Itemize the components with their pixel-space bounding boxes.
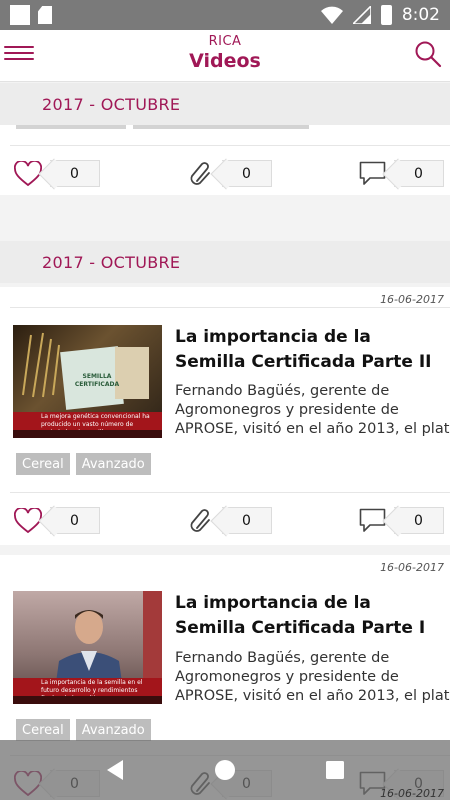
app-name: RICA	[208, 34, 242, 49]
battery-icon	[380, 5, 392, 25]
video-description: Fernando Bagüés, gerente de Agromonegros…	[175, 383, 450, 437]
tag-avanzado[interactable]: Avanzado	[75, 719, 151, 741]
home-button[interactable]	[205, 750, 245, 790]
thumb-caption: La importancia de la semilla en el futur…	[13, 678, 162, 702]
video-thumbnail[interactable]: La importancia de la semilla en el futur…	[13, 591, 162, 704]
video-card-partial[interactable]: 0 0 0	[0, 125, 450, 195]
notification-icon	[10, 5, 30, 25]
back-icon	[107, 760, 123, 780]
sd-card-icon	[38, 6, 52, 24]
attachment-action[interactable]: 0	[188, 507, 272, 534]
tag-avanzado[interactable]: Avanzado	[75, 453, 151, 475]
video-description: Fernando Bagüés, gerente de Agromonegros…	[175, 650, 450, 704]
page-title: Videos	[189, 50, 261, 72]
recents-icon	[326, 761, 344, 779]
back-button[interactable]	[95, 750, 135, 790]
thumb-caption: La mejora genética convencional ha produ…	[13, 412, 162, 436]
video-thumbnail[interactable]: SEMILLA CERTIFICADA La mejora genética c…	[13, 325, 162, 438]
attachment-count: 0	[222, 160, 272, 187]
comment-count: 0	[394, 507, 444, 534]
video-list[interactable]: 2017 - OCTUBRE 0 0 0 2017 - OCTUBRE 16-0…	[0, 83, 450, 800]
attachment-count: 0	[222, 507, 272, 534]
search-icon	[415, 41, 442, 68]
home-icon	[215, 760, 235, 780]
attachment-action[interactable]: 0	[188, 160, 272, 187]
search-button[interactable]	[414, 40, 442, 68]
video-title[interactable]: La importancia de la Semilla Certificada…	[175, 591, 440, 641]
tag-cereal[interactable]: Cereal	[16, 719, 70, 741]
video-title[interactable]: La importancia de la Semilla Certificada…	[175, 325, 440, 375]
app-header: RICA Videos	[0, 30, 450, 82]
thumb-label: SEMILLA CERTIFICADA	[74, 373, 120, 388]
video-card[interactable]: 16-06-2017 SEMILLA CERTIFICADA La mejora…	[0, 287, 450, 545]
like-action[interactable]: 0	[14, 160, 100, 187]
wifi-icon	[320, 6, 343, 24]
comment-count: 0	[394, 160, 444, 187]
like-count: 0	[50, 507, 100, 534]
section-header: 2017 - OCTUBRE	[0, 241, 450, 283]
video-date: 16-06-2017	[380, 787, 444, 800]
status-bar: 8:02	[0, 0, 450, 30]
section-header: 2017 - OCTUBRE	[0, 83, 450, 125]
like-count: 0	[50, 160, 100, 187]
video-date: 16-06-2017	[380, 561, 444, 574]
status-time: 8:02	[401, 5, 440, 25]
tag-cereal[interactable]: Cereal	[16, 453, 70, 475]
comment-action[interactable]: 0	[359, 507, 444, 534]
comment-action[interactable]: 0	[359, 160, 444, 187]
signal-icon	[352, 6, 371, 24]
video-date: 16-06-2017	[380, 293, 444, 306]
like-action[interactable]: 0	[14, 507, 100, 534]
recents-button[interactable]	[315, 750, 355, 790]
